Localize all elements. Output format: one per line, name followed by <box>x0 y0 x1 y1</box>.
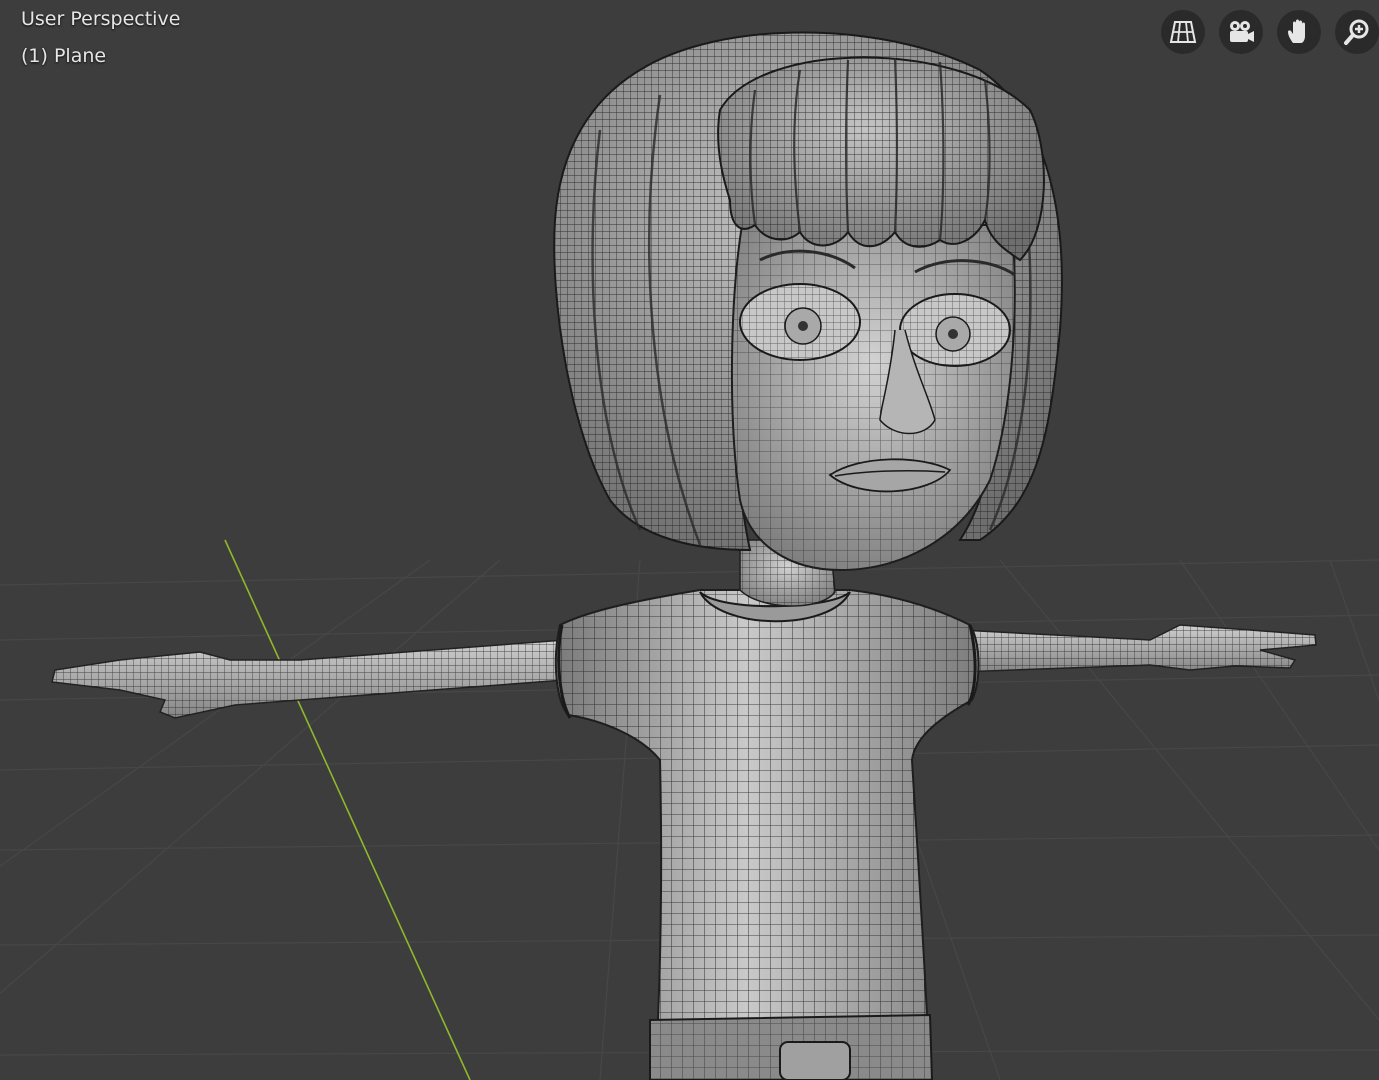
navigation-gizmo <box>1161 10 1379 54</box>
pan-view-button[interactable] <box>1277 10 1321 54</box>
y-axis-line <box>224 539 471 1080</box>
camera-icon <box>1230 21 1254 42</box>
toggle-camera-ortho-button[interactable] <box>1161 10 1205 54</box>
zoom-icon <box>1344 19 1369 45</box>
3d-viewport[interactable]: User Perspective (1) Plane <box>0 0 1379 1080</box>
scene-render[interactable] <box>0 0 1379 1080</box>
hand-icon <box>1288 19 1305 43</box>
left-arm <box>51 639 566 719</box>
zoom-view-button[interactable] <box>1335 10 1379 54</box>
active-object-label: (1) Plane <box>21 45 107 67</box>
hair-bangs <box>717 56 1045 262</box>
viewport-title: User Perspective <box>21 8 181 30</box>
camera-view-button[interactable] <box>1219 10 1263 54</box>
right-arm <box>959 624 1317 673</box>
right-eye <box>899 293 1011 367</box>
left-eye <box>739 283 861 361</box>
perspective-grid-icon <box>1169 21 1197 43</box>
